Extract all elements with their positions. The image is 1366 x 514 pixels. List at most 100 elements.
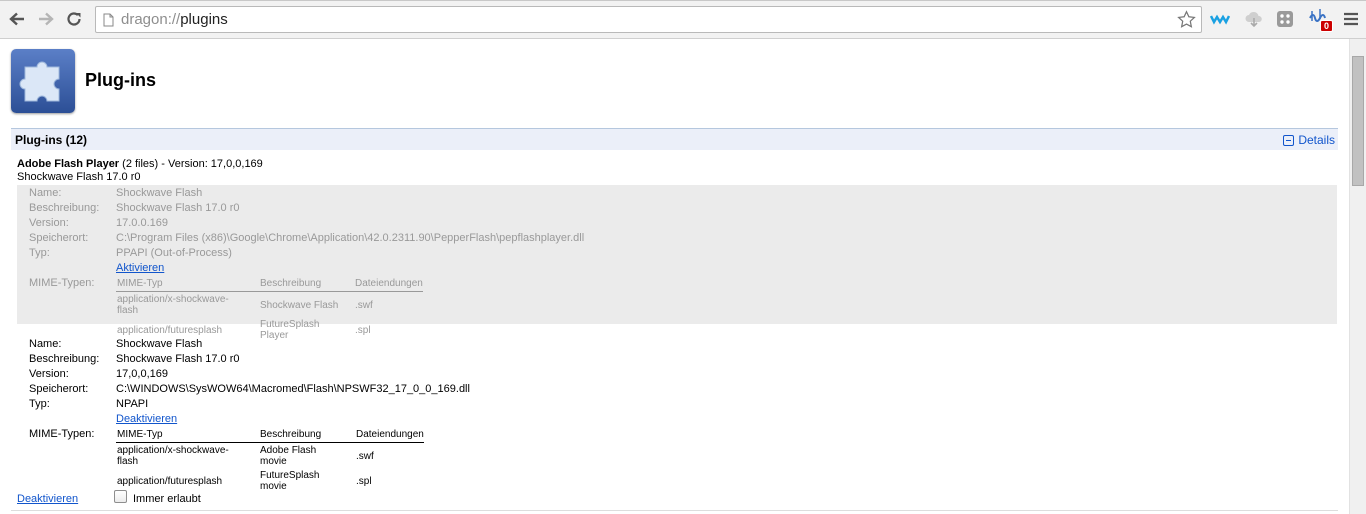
name-label: Name: [29,338,62,350]
forward-button[interactable] [35,8,57,30]
plugin-subtitle: Shockwave Flash 17.0 r0 [17,171,141,183]
back-button[interactable] [6,8,28,30]
version-label: Version: [29,217,69,229]
browser-toolbar: dragon://plugins 0 [0,0,1366,39]
url-path: plugins [180,11,228,28]
mime-ext-cell: .swf [356,450,374,462]
mime-desc-cell: FutureSplash movie [260,470,320,492]
forward-arrow-icon [39,12,54,26]
vertical-scrollbar[interactable] [1349,39,1366,514]
table-row: application/futuresplash FutureSplash mo… [116,468,424,493]
description-label: Beschreibung: [29,202,100,214]
plugin-header: Adobe Flash Player (2 files) - Version: … [17,158,263,184]
url-scheme: dragon:// [121,11,181,28]
mime-ext-header: Dateiendungen [355,428,424,443]
description-value: Shockwave Flash 17.0 r0 [116,202,240,214]
address-bar[interactable]: dragon://plugins [95,6,1202,33]
file1-version-row: Version: 17.0.0.169 [29,216,1329,230]
page-title: Plug-ins [85,70,156,90]
dice-icon [1277,11,1293,27]
description-label: Beschreibung: [29,353,100,365]
enable-link[interactable]: Aktivieren [116,261,164,275]
collapse-icon [1283,134,1295,146]
always-allowed-checkbox[interactable] [114,490,127,503]
version-value: 17,0,0,169 [116,368,168,380]
table-row: application/x-shockwave-flash Adobe Flas… [116,443,424,469]
file2-action-row: Deaktivieren [29,412,1329,426]
location-value: C:\Program Files (x86)\Google\Chrome\App… [116,232,585,244]
version-value: 17.0.0.169 [116,217,168,229]
file2-location-row: Speicherort: C:\WINDOWS\SysWOW64\Macrome… [29,382,1329,396]
table-row: application/x-shockwave-flash Shockwave … [116,292,423,318]
file1-mime-table: MIME-Typ Beschreibung Dateiendungen appl… [116,277,423,342]
reload-button[interactable] [63,8,85,30]
details-label: Details [1298,133,1335,147]
file1-location-row: Speicherort: C:\Program Files (x86)\Goog… [29,231,1329,245]
type-value: NPAPI [116,398,149,410]
mime-type-header: MIME-Typ [116,277,259,292]
hamburger-menu-icon [1344,12,1358,26]
mime-type-cell: application/x-shockwave-flash [117,445,229,467]
type-label: Typ: [29,247,50,259]
description-value: Shockwave Flash 17.0 r0 [116,353,240,365]
extension-badge: 0 [1320,20,1333,32]
type-label: Typ: [29,398,50,410]
section-title: Plug-ins (12) [15,133,88,147]
plugin-divider [11,510,1338,511]
file2-mime-table: MIME-Typ Beschreibung Dateiendungen appl… [116,428,424,493]
scrollbar-thumb[interactable] [1352,56,1364,186]
back-arrow-icon [9,12,24,26]
file2-description-row: Beschreibung: Shockwave Flash 17.0 r0 [29,352,1329,366]
file1-type-row: Typ: PPAPI (Out-of-Process) [29,246,1329,260]
file1-name-row: Name: Shockwave Flash [29,186,1329,200]
file2-version-row: Version: 17,0,0,169 [29,367,1329,381]
plugin-file-2: Name: Shockwave Flash Beschreibung: Shoc… [17,336,1337,492]
mime-desc-cell: Shockwave Flash [260,299,339,311]
mime-desc-header: Beschreibung [259,277,354,292]
extension-download-button[interactable] [1244,9,1264,29]
always-allowed-label: Immer erlaubt [133,493,201,505]
plugins-section-header: Plug-ins (12) Details [11,128,1338,150]
disable-link[interactable]: Deaktivieren [116,412,177,426]
mime-header-row: MIME-Typ Beschreibung Dateiendungen [116,277,423,292]
extension-dice-button[interactable] [1275,9,1295,29]
page-icon [103,13,114,27]
name-value: Shockwave Flash [116,187,203,199]
plugin-name: Adobe Flash Player [17,158,120,170]
extension-monitor-button[interactable]: 0 [1308,9,1333,32]
type-value: PPAPI (Out-of-Process) [116,247,232,259]
mime-label: MIME-Typen: [29,428,95,440]
name-label: Name: [29,187,62,199]
puzzle-piece-icon [19,61,60,102]
mime-ext-header: Dateiendungen [354,277,423,292]
mime-type-cell: application/x-shockwave-flash [117,294,229,316]
location-label: Speicherort: [29,232,89,244]
mime-desc-cell: Adobe Flash movie [260,445,317,467]
mime-type-header: MIME-Typ [116,428,259,443]
file1-action-row: Aktivieren [29,261,1329,275]
mime-type-cell: application/futuresplash [117,475,223,487]
name-value: Shockwave Flash [116,338,203,350]
plugin-puzzle-icon [11,49,75,113]
tab-strip-edge [0,0,1366,1]
plugin-footer: Deaktivieren [17,493,78,505]
reload-icon [67,12,81,26]
location-label: Speicherort: [29,383,89,395]
mime-desc-header: Beschreibung [259,428,355,443]
plugin-disable-link[interactable]: Deaktivieren [17,493,78,505]
extension-wave-button[interactable] [1210,9,1230,29]
version-label: Version: [29,368,69,380]
wave-icon [1210,14,1230,25]
mime-header-row: MIME-Typ Beschreibung Dateiendungen [116,428,424,443]
url-text: dragon://plugins [121,11,228,28]
menu-button[interactable] [1341,9,1361,29]
file1-description-row: Beschreibung: Shockwave Flash 17.0 r0 [29,201,1329,215]
file2-name-row: Name: Shockwave Flash [29,337,1329,351]
mime-ext-cell: .spl [356,475,372,487]
page-content: Plug-ins Plug-ins (12) Details Adobe Fla… [0,39,1349,514]
bookmark-star-icon[interactable] [1177,10,1196,29]
plugin-file-1: Name: Shockwave Flash Beschreibung: Shoc… [17,185,1337,341]
mime-label: MIME-Typen: [29,277,95,289]
details-toggle[interactable]: Details [1283,133,1335,147]
location-value: C:\WINDOWS\SysWOW64\Macromed\Flash\NPSWF… [116,383,470,395]
